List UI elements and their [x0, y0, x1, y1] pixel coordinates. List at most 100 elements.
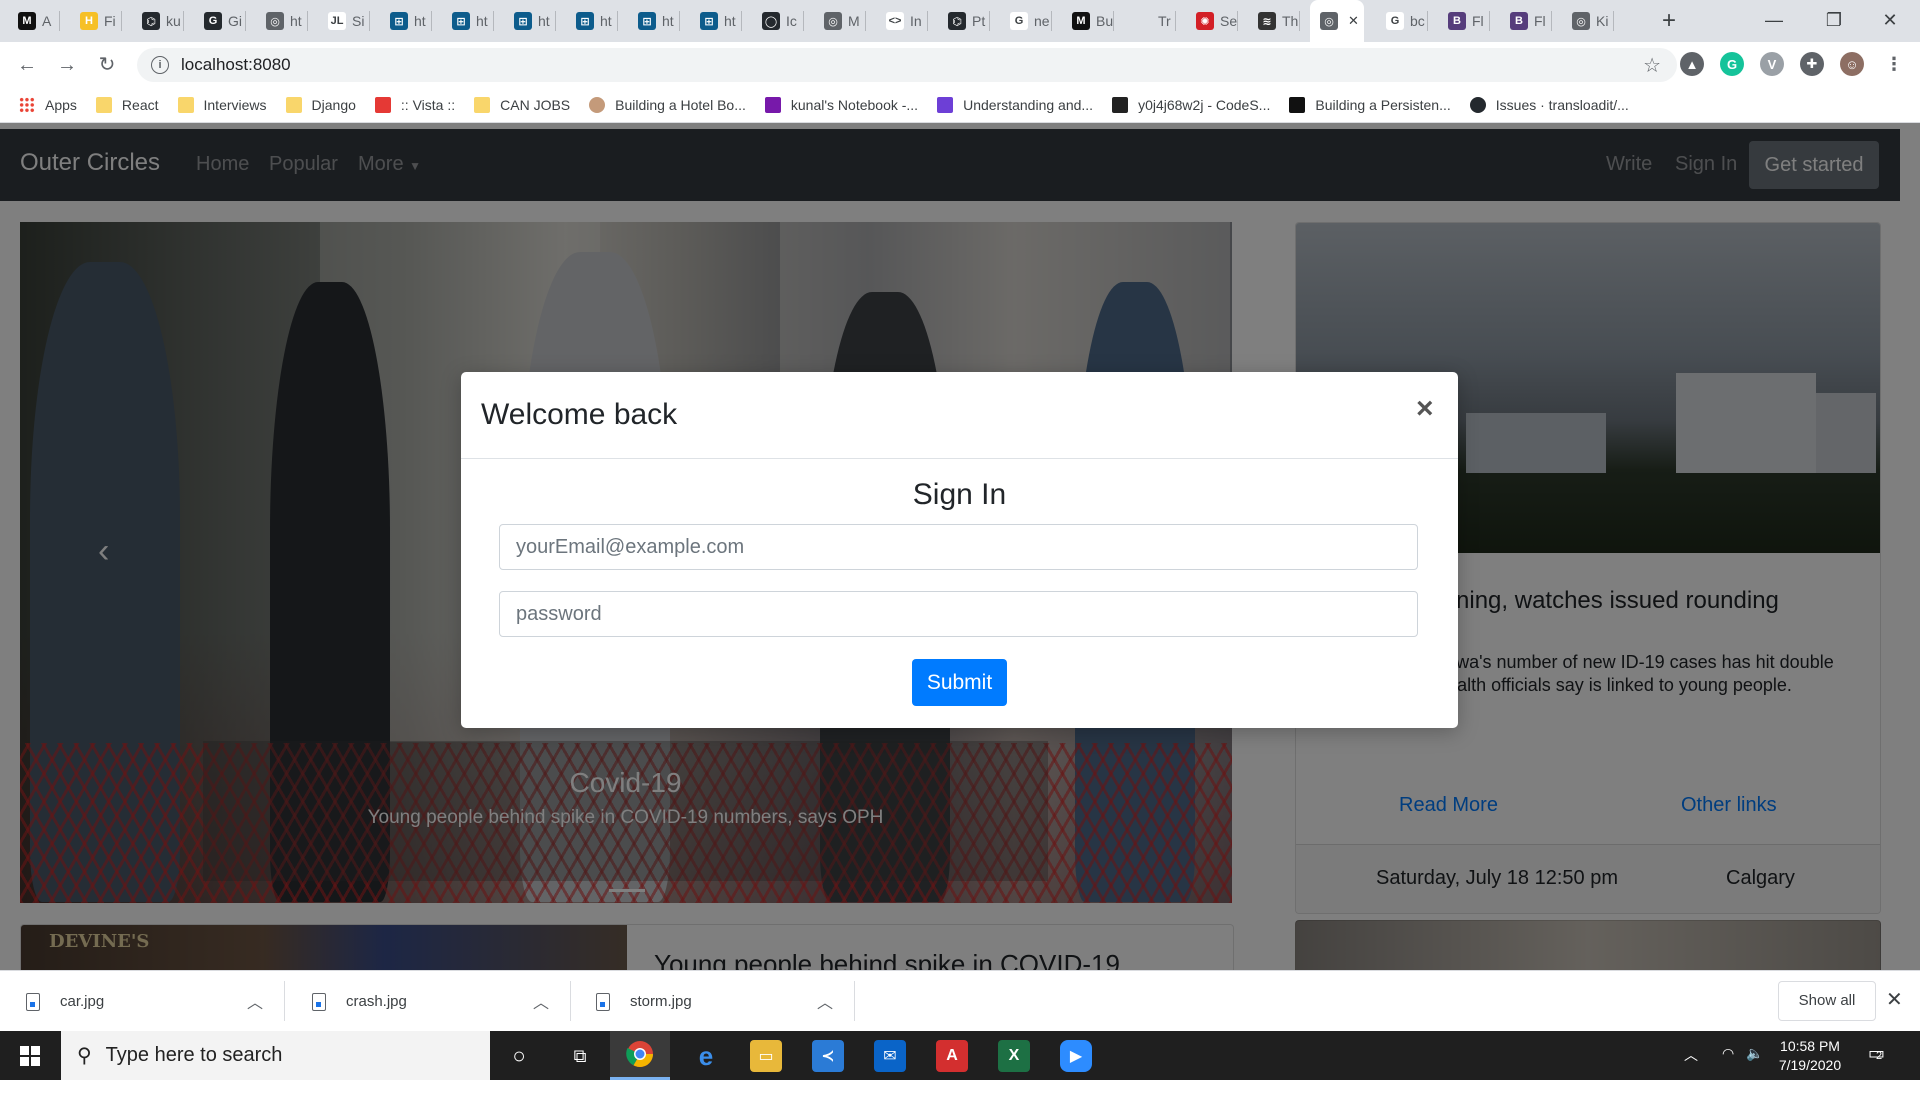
bookmark-item[interactable]: Understanding and...: [937, 97, 1093, 113]
download-shelf: car.jpg ︿ crash.jpg ︿ storm.jpg ︿ Show a…: [0, 970, 1920, 1032]
browser-tab[interactable]: M Bu: [1062, 0, 1114, 42]
window-close-button[interactable]: ✕: [1860, 0, 1920, 42]
close-shelf-icon[interactable]: ✕: [1886, 987, 1903, 1012]
zoom-icon[interactable]: ▶: [1060, 1040, 1092, 1072]
modal-close-icon[interactable]: ×: [1416, 394, 1434, 424]
browser-tab[interactable]: ⊞ ht: [566, 0, 618, 42]
browser-tab[interactable]: ◎ M: [814, 0, 866, 42]
bookmark-item[interactable]: :: Vista ::: [374, 97, 455, 113]
bookmark-item[interactable]: Interviews: [177, 97, 267, 113]
bookmark-item[interactable]: Issues · transloadit/...: [1469, 97, 1629, 113]
tab-favicon-icon: M: [1072, 12, 1090, 30]
url-text[interactable]: localhost:8080: [181, 55, 291, 75]
tab-close-icon[interactable]: ✕: [1348, 13, 1359, 29]
browser-tab[interactable]: ◎ Ki: [1562, 0, 1614, 42]
site-info-icon[interactable]: i: [151, 56, 169, 74]
bookmark-item[interactable]: Django: [285, 97, 356, 113]
sign-in-heading: Sign In: [912, 478, 1007, 511]
browser-tab[interactable]: ⊞ ht: [380, 0, 432, 42]
extensions-puzzle-icon[interactable]: ✚: [1800, 52, 1824, 76]
tab-favicon-icon: JL: [328, 12, 346, 30]
bookmark-star-icon[interactable]: ☆: [1643, 53, 1661, 78]
download-filename: storm.jpg: [630, 993, 692, 1010]
bookmark-item[interactable]: CAN JOBS: [474, 97, 570, 113]
mail-icon[interactable]: ✉: [874, 1040, 906, 1072]
browser-tab[interactable]: Tr: [1124, 0, 1176, 42]
bookmark-item[interactable]: kunal's Notebook -...: [764, 97, 918, 113]
notifications-icon[interactable]: ▭2: [1868, 1043, 1885, 1092]
excel-icon[interactable]: X: [998, 1040, 1030, 1072]
cortana-icon[interactable]: ○: [503, 1040, 535, 1072]
edge-icon[interactable]: e: [690, 1040, 722, 1072]
bookmark-item[interactable]: Apps: [19, 97, 77, 113]
tab-favicon-icon: ⊞: [514, 12, 532, 30]
drive-extension-icon[interactable]: ▲: [1680, 52, 1704, 76]
bookmark-item[interactable]: React: [95, 97, 159, 113]
new-tab-button[interactable]: +: [1656, 8, 1682, 34]
restore-button[interactable]: ❐: [1804, 0, 1864, 42]
browser-tab[interactable]: ◯ Ic: [752, 0, 804, 42]
browser-menu-icon[interactable]: ⋮: [1882, 52, 1906, 76]
browser-tab[interactable]: JL Si: [318, 0, 370, 42]
submit-button[interactable]: Submit: [912, 659, 1007, 706]
forward-icon[interactable]: →: [52, 50, 82, 80]
profile-avatar[interactable]: ☺: [1840, 52, 1864, 76]
browser-tab[interactable]: ⊞ ht: [504, 0, 556, 42]
browser-tab[interactable]: ⊞ ht: [628, 0, 680, 42]
browser-tab[interactable]: Gne: [1000, 0, 1052, 42]
browser-tab[interactable]: ◎ ht: [256, 0, 308, 42]
acrobat-icon[interactable]: A: [936, 1040, 968, 1072]
vscode-icon[interactable]: ≺: [812, 1040, 844, 1072]
email-input[interactable]: [499, 524, 1418, 570]
wifi-icon[interactable]: ◠: [1722, 1045, 1734, 1094]
address-bar[interactable]: i localhost:8080 ☆: [137, 48, 1677, 82]
tab-title: Si: [352, 13, 365, 29]
browser-tab[interactable]: ⊞ ht: [442, 0, 494, 42]
image-file-icon: [312, 992, 326, 1011]
tab-title: Ic: [786, 13, 797, 29]
back-icon[interactable]: ←: [12, 50, 42, 80]
show-all-button[interactable]: Show all: [1778, 981, 1876, 1021]
browser-tab[interactable]: MA: [8, 0, 60, 42]
system-clock[interactable]: 10:58 PM 7/19/2020: [1760, 1037, 1860, 1075]
browser-tab-active[interactable]: ◎ ✕: [1310, 0, 1364, 42]
medium-icon: [1289, 97, 1306, 113]
codesandbox-icon: [1112, 97, 1129, 113]
minimize-button[interactable]: —: [1744, 0, 1804, 42]
chrome-taskbar-icon[interactable]: [610, 1031, 670, 1080]
tray-chevron-up-icon[interactable]: ︿: [1684, 1045, 1698, 1094]
chevron-up-icon[interactable]: ︿: [247, 989, 263, 1013]
browser-tab[interactable]: Gbc: [1376, 0, 1428, 42]
chevron-up-icon[interactable]: ︿: [533, 989, 549, 1013]
tab-title: A: [42, 13, 52, 29]
browser-tab[interactable]: ⊞ ht: [690, 0, 742, 42]
browser-tab[interactable]: ⌬ Pt: [938, 0, 990, 42]
download-item[interactable]: crash.jpg ︿: [286, 971, 571, 1032]
chevron-up-icon[interactable]: ︿: [817, 989, 833, 1013]
reload-icon[interactable]: ↻: [92, 50, 122, 80]
browser-tab[interactable]: ⌬ ku: [132, 0, 184, 42]
browser-tab[interactable]: <> In: [876, 0, 928, 42]
browser-tab[interactable]: B Fl: [1500, 0, 1552, 42]
bookmark-item[interactable]: Building a Hotel Bo...: [589, 97, 746, 113]
password-input[interactable]: [499, 591, 1418, 637]
bookmark-label: Django: [311, 97, 356, 113]
browser-tab[interactable]: H Fi: [70, 0, 122, 42]
vue-extension-icon[interactable]: V: [1760, 52, 1784, 76]
tab-title: ht: [600, 13, 612, 29]
tab-title: bc: [1410, 13, 1425, 29]
download-item[interactable]: car.jpg ︿: [0, 971, 285, 1032]
tab-title: Gi: [228, 13, 242, 29]
taskbar-search[interactable]: ⚲ Type here to search: [61, 1031, 490, 1080]
download-item[interactable]: storm.jpg ︿: [570, 971, 855, 1032]
bookmark-item[interactable]: y0j4j68w2j - CodeS...: [1112, 97, 1270, 113]
bookmark-item[interactable]: Building a Persisten...: [1289, 97, 1451, 113]
grammarly-extension-icon[interactable]: G: [1720, 52, 1744, 76]
browser-tab[interactable]: ✺ Se: [1186, 0, 1238, 42]
browser-tab[interactable]: ≋ Th: [1248, 0, 1300, 42]
task-view-icon[interactable]: ⧉: [564, 1040, 596, 1072]
browser-tab[interactable]: G Gi: [194, 0, 246, 42]
file-explorer-icon[interactable]: ▭: [750, 1040, 782, 1072]
windows-start-icon[interactable]: [0, 1031, 60, 1080]
browser-tab[interactable]: B Fl: [1438, 0, 1490, 42]
